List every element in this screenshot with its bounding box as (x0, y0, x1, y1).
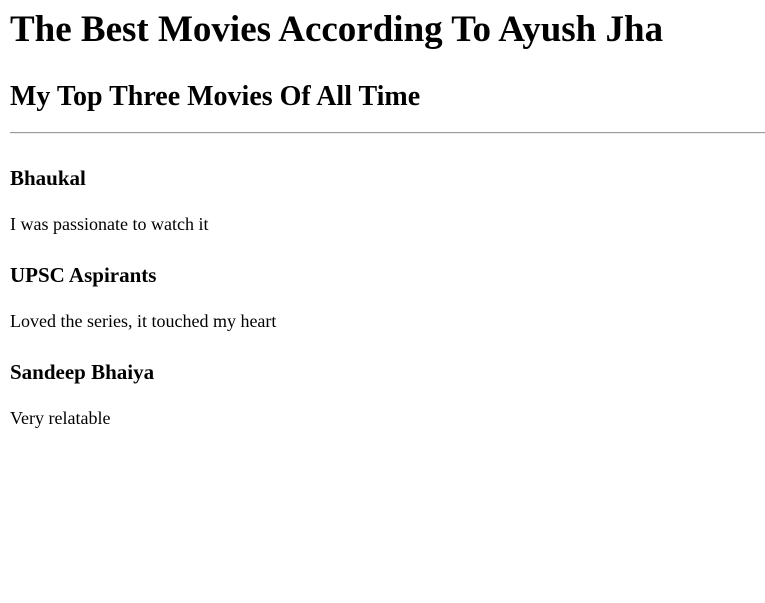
movie-entry: Sandeep Bhaiya Very relatable (10, 360, 755, 429)
page-title: The Best Movies According To Ayush Jha (10, 9, 664, 50)
movie-title: UPSC Aspirants (10, 263, 157, 287)
movie-title: Bhaukal (10, 166, 86, 190)
movie-entry: Bhaukal I was passionate to watch it (10, 166, 755, 235)
movie-comment: I was passionate to watch it (10, 214, 209, 234)
divider (10, 132, 765, 134)
movie-comment: Loved the series, it touched my heart (10, 311, 277, 331)
page-subtitle: My Top Three Movies Of All Time (10, 81, 421, 112)
movie-title: Sandeep Bhaiya (10, 360, 155, 384)
movie-comment: Very relatable (10, 408, 111, 428)
movie-entry: UPSC Aspirants Loved the series, it touc… (10, 263, 755, 332)
